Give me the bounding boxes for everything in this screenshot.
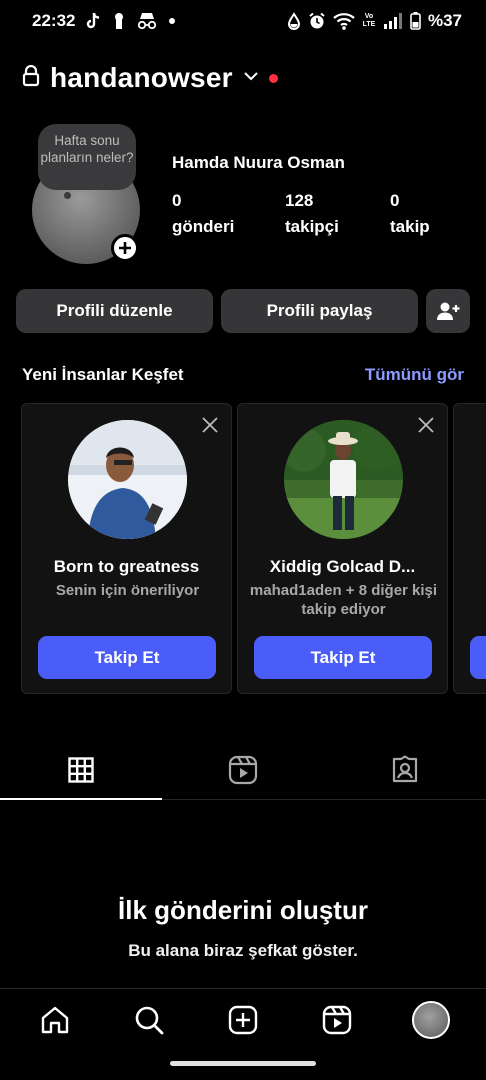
see-all-link[interactable]: Tümünü gör [365,365,464,385]
incognito-icon [136,12,158,30]
profile-tabs [0,740,486,800]
battery-percent: %37 [427,11,462,30]
add-story-button[interactable] [111,234,139,262]
wifi-icon [333,12,355,30]
stat-value: 128 [285,191,314,210]
discover-title: Yeni İnsanlar Keşfet [22,365,184,384]
profile-stats: 0 gönderi 128 takipçi 0 takip [172,188,460,240]
close-icon[interactable] [417,416,435,434]
add-person-icon [437,302,460,320]
reels-icon [228,755,258,784]
empty-state-title: İlk gönderini oluştur [118,895,368,925]
dot-icon [168,17,176,25]
nav-create[interactable] [219,996,267,1044]
suggestion-carousel[interactable]: Born to greatness Senin için öneriliyor … [21,403,486,695]
volte-label: Vo LTE [362,13,376,28]
status-bar: 22:32 Vo LTE %37 [0,0,486,42]
home-indicator[interactable] [170,1061,316,1066]
nav-profile[interactable] [407,996,455,1044]
edit-profile-button[interactable]: Profili düzenle [16,289,213,333]
stat-value: 0 [172,191,182,210]
alarm-icon [308,12,326,30]
status-time: 22:32 [32,11,76,30]
follow-button-partial[interactable] [470,636,486,679]
tab-posts[interactable] [0,740,162,800]
stat-followers[interactable]: 128 takipçi [285,188,390,240]
stat-label: takipçi [285,217,339,236]
suggestion-avatar[interactable] [284,420,403,539]
suggestion-card[interactable]: Born to greatness Senin için öneriliyor … [21,403,232,694]
keyhole-icon [112,12,126,30]
search-icon [135,1006,164,1034]
profile-actions: Profili düzenle Profili paylaş [16,289,470,333]
suggestion-reason: Senin için öneriliyor [55,582,200,599]
stat-posts[interactable]: 0 gönderi [172,188,285,240]
nav-search[interactable] [125,996,173,1044]
profile-avatar-icon [412,1000,450,1039]
nav-home[interactable] [31,996,79,1044]
home-icon [41,1006,69,1033]
tiktok-icon [85,12,102,30]
volte-icon: Vo LTE [362,13,376,29]
empty-state-subtitle[interactable]: Bu alana biraz şefkat göster. [0,941,486,961]
username[interactable]: handanowser [50,62,233,94]
note-text: Hafta sonu planların neler? [40,133,134,165]
notification-dot [268,73,278,83]
lock-icon [22,64,40,92]
plus-icon [119,242,131,254]
battery-icon [410,12,421,30]
bottom-nav [0,988,486,1050]
note-bubble-tail [64,192,71,199]
reels-icon [322,1005,352,1034]
grid-icon [68,756,94,783]
full-name: Hamda Nuura Osman [172,153,345,172]
tab-tagged[interactable] [324,740,486,799]
nav-reels[interactable] [313,996,361,1044]
suggestion-avatar[interactable] [68,420,187,539]
close-icon[interactable] [201,416,219,434]
suggestion-card-partial[interactable] [453,403,486,694]
stat-following[interactable]: 0 takip [390,188,460,240]
suggestion-card[interactable]: Xiddig Golcad D... mahad1aden + 8 diğer … [237,403,448,694]
chevron-down-icon[interactable] [243,69,259,87]
stat-label: takip [390,217,430,236]
tab-reels[interactable] [162,740,324,799]
tagged-icon [392,754,418,782]
share-profile-button[interactable]: Profili paylaş [221,289,418,333]
create-icon [228,1005,258,1034]
suggestion-reason: mahad1aden + 8 diğer kişi takip ediyor [249,582,438,618]
suggestion-name[interactable]: Born to greatness [22,557,231,577]
suggestion-name[interactable]: Xiddig Golcad D... [238,557,447,577]
follow-button[interactable]: Takip Et [254,636,432,679]
follow-button[interactable]: Takip Et [38,636,216,679]
stat-value: 0 [390,191,400,210]
discover-people-button[interactable] [426,289,470,333]
stat-label: gönderi [172,217,235,236]
profile-header: handanowser [22,62,278,94]
note-bubble[interactable]: Hafta sonu planların neler? [38,124,136,190]
drop-icon [287,12,301,30]
signal-icon [383,12,403,30]
